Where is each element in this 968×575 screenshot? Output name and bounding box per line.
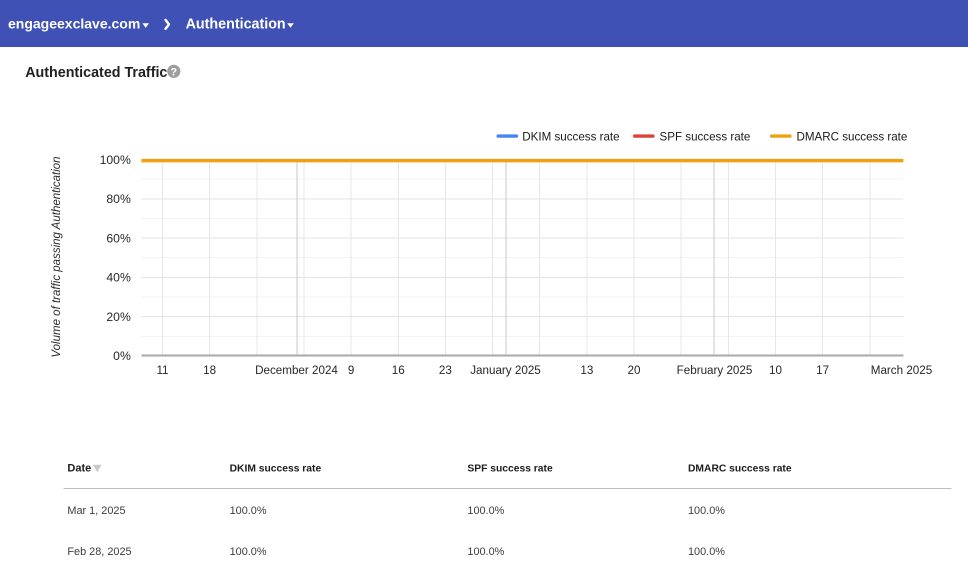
svg-text:40%: 40% [106, 271, 131, 285]
svg-text:23: 23 [439, 364, 452, 377]
svg-text:0%: 0% [113, 349, 131, 363]
svg-text:18: 18 [203, 364, 216, 377]
svg-text:60%: 60% [106, 231, 131, 245]
svg-text:9: 9 [348, 364, 354, 377]
svg-text:engageexclave.com: engageexclave.com [8, 16, 140, 32]
svg-text:80%: 80% [106, 192, 131, 206]
svg-text:Date: Date [67, 463, 91, 475]
svg-text:Feb 28, 2025: Feb 28, 2025 [67, 546, 131, 558]
svg-text:SPF success rate: SPF success rate [660, 131, 751, 144]
svg-text:Authentication: Authentication [186, 17, 286, 33]
svg-text:SPF success rate: SPF success rate [467, 464, 553, 475]
svg-text:Mar 1, 2025: Mar 1, 2025 [67, 505, 125, 517]
svg-text:March 2025: March 2025 [871, 364, 932, 377]
svg-text:100.0%: 100.0% [230, 546, 267, 558]
svg-text:February 2025: February 2025 [677, 364, 753, 377]
svg-text:Authenticated Traffic: Authenticated Traffic [25, 65, 167, 81]
svg-text:20%: 20% [106, 310, 131, 324]
svg-text:100.0%: 100.0% [467, 505, 504, 517]
svg-text:16: 16 [392, 364, 405, 377]
svg-text:17: 17 [816, 364, 829, 377]
svg-text:100.0%: 100.0% [230, 505, 267, 517]
svg-text:20: 20 [628, 364, 641, 377]
svg-text:January 2025: January 2025 [470, 364, 541, 377]
svg-text:Volume of traffic passing Auth: Volume of traffic passing Authentication [51, 156, 63, 357]
svg-text:100.0%: 100.0% [688, 546, 725, 558]
svg-text:DMARC success rate: DMARC success rate [797, 131, 908, 144]
svg-text:100%: 100% [100, 153, 131, 167]
svg-text:?: ? [170, 66, 177, 78]
svg-text:DKIM success rate: DKIM success rate [230, 464, 322, 475]
svg-text:100.0%: 100.0% [467, 546, 504, 558]
svg-text:13: 13 [580, 364, 593, 377]
svg-text:11: 11 [156, 364, 168, 377]
svg-text:100.0%: 100.0% [688, 505, 725, 517]
svg-text:10: 10 [769, 364, 782, 377]
svg-text:DKIM success rate: DKIM success rate [522, 131, 619, 144]
svg-text:DMARC success rate: DMARC success rate [688, 464, 792, 475]
svg-text:December 2024: December 2024 [255, 364, 338, 377]
